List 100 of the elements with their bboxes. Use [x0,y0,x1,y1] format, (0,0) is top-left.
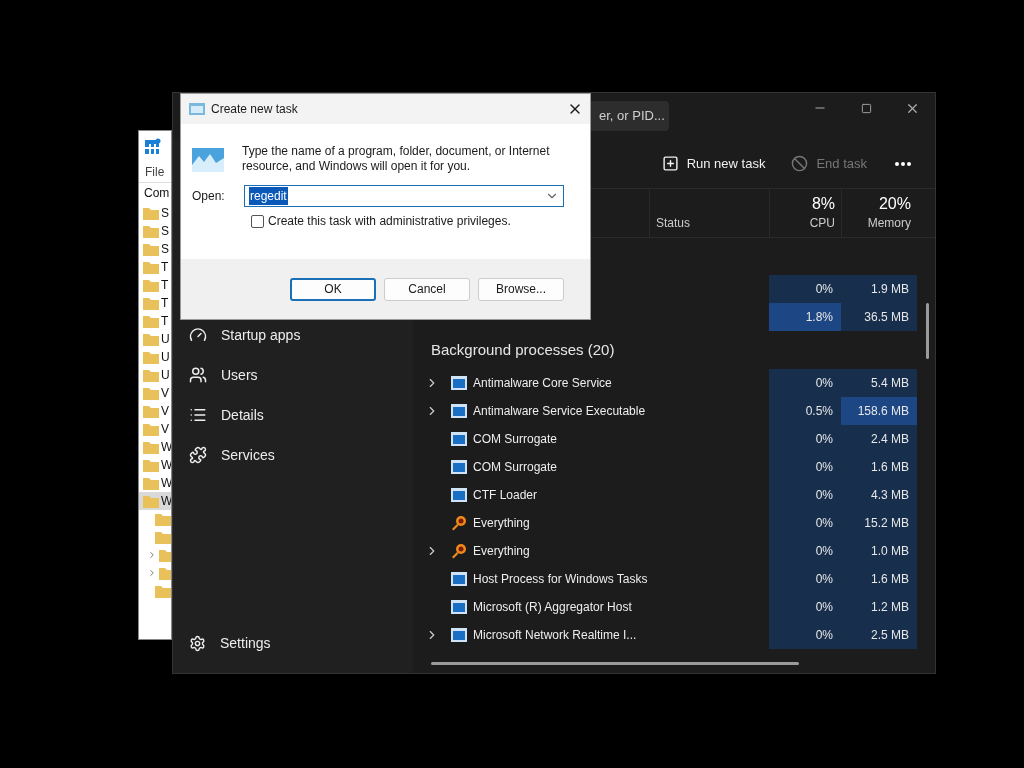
process-row[interactable]: Antimalware Core Service [413,369,769,397]
sidebar-item[interactable]: Users [173,355,413,395]
folder-icon [143,404,159,418]
tree-item[interactable]: S [139,222,171,240]
table-cell: 0% [769,425,841,453]
address-text: Com [144,185,170,202]
checkbox-label: Create this task with administrative privileges. [268,213,511,230]
tree-item[interactable]: V [139,384,171,402]
process-row[interactable]: CTF Loader [413,481,769,509]
folder-icon [143,314,159,328]
process-row[interactable]: Everything [413,537,769,565]
window-icon [451,460,467,474]
open-label: Open: [192,188,226,205]
sidebar-item[interactable]: Details [173,395,413,435]
process-row[interactable]: Microsoft Network Realtime I... [413,621,769,649]
tree-item[interactable]: S [139,240,171,258]
run-icon [192,148,224,172]
window-icon [451,404,467,418]
dialog-title: Create new task [211,101,298,118]
table-cell: 0% [769,275,841,303]
process-row[interactable]: COM Surrogate [413,453,769,481]
dialog-button[interactable]: Browse... [478,277,564,301]
process-row[interactable]: Antimalware Service Executable [413,397,769,425]
process-row[interactable]: Everything [413,509,769,537]
table-cell: 0% [769,481,841,509]
vertical-scrollbar[interactable] [926,303,929,359]
table-cell: 0% [769,537,841,565]
tree-item[interactable]: U [139,348,171,366]
sidebar-item[interactable]: Startup apps [173,315,413,355]
folder-icon [143,422,159,436]
folder-icon [143,260,159,274]
sidebar-item[interactable]: Services [173,435,413,475]
dialog-message: Type the name of a program, folder, document, or Internet resource, and Windows will open it for you. [242,144,551,174]
tree-item[interactable]: T [139,312,171,330]
folder-icon [143,206,159,220]
app-icon [189,103,205,115]
menu-item[interactable]: File [145,162,165,181]
more-icon [895,161,911,166]
tree-item[interactable]: V [139,402,171,420]
process-row[interactable]: COM Surrogate [413,425,769,453]
window-icon [451,600,467,614]
table-cell: 1.8% [769,303,841,331]
folder-icon [155,584,171,598]
column-header[interactable]: Status [649,189,769,237]
dialog-button[interactable]: OK [290,277,376,301]
settings-item[interactable]: Settings [173,623,413,663]
table-cell: 0% [769,369,841,397]
table-cell: 1.6 MB [841,565,917,593]
table-cell: 4.3 MB [841,481,917,509]
process-row[interactable]: Host Process for Windows Tasks [413,565,769,593]
table-cell: 1.0 MB [841,537,917,565]
window-icon [451,376,467,390]
table-cell: 36.5 MB [841,303,917,331]
registry-icon [145,138,161,154]
folder-icon [143,368,159,382]
process-row[interactable]: Microsoft (R) Aggregator Host [413,593,769,621]
table-cell: 0% [769,593,841,621]
table-cell: 1.9 MB [841,275,917,303]
settings-icon [189,634,206,652]
tree-item[interactable]: U [139,366,171,384]
section-heading: Background processes (20) [431,339,615,360]
table-cell: 0.5% [769,397,841,425]
tree-item[interactable]: T [139,258,171,276]
folder-icon [143,278,159,292]
folder-icon [143,224,159,238]
gauge-icon [189,326,207,344]
table-cell: 15.2 MB [841,509,917,537]
tree-item[interactable]: V [139,420,171,438]
column-header[interactable]: 20% Memory [841,189,917,237]
horizontal-scrollbar[interactable] [431,662,799,665]
users-icon [189,366,207,384]
folder-icon [143,386,159,400]
folder-icon [143,350,159,364]
folder-icon [143,242,159,256]
column-header[interactable]: 8% CPU [769,189,841,237]
folder-icon [143,458,159,472]
tree-item[interactable]: T [139,294,171,312]
folder-icon [155,530,171,544]
table-cell: 158.6 MB [841,397,917,425]
checkbox[interactable] [251,214,264,228]
tree-item[interactable]: T [139,276,171,294]
table-cell: 2.5 MB [841,621,917,649]
toolbar-button[interactable]: Run new task [651,146,776,181]
window-icon [451,432,467,446]
folder-icon [143,332,159,346]
puzzle-icon [189,446,207,464]
table-cell: 1.2 MB [841,593,917,621]
dialog-button[interactable]: Cancel [384,277,470,301]
table-cell: 5.4 MB [841,369,917,397]
window-icon [451,572,467,586]
table-cell: 1.6 MB [841,453,917,481]
window-icon [451,628,467,642]
maximize-icon [860,102,872,114]
tree-item[interactable]: U [139,330,171,348]
open-field[interactable]: regedit [244,185,564,207]
tree-item[interactable]: S [139,204,171,222]
prohibited-icon [791,155,809,172]
magnifier-icon [451,543,467,559]
folder-icon [143,494,159,508]
list-icon [189,406,207,424]
